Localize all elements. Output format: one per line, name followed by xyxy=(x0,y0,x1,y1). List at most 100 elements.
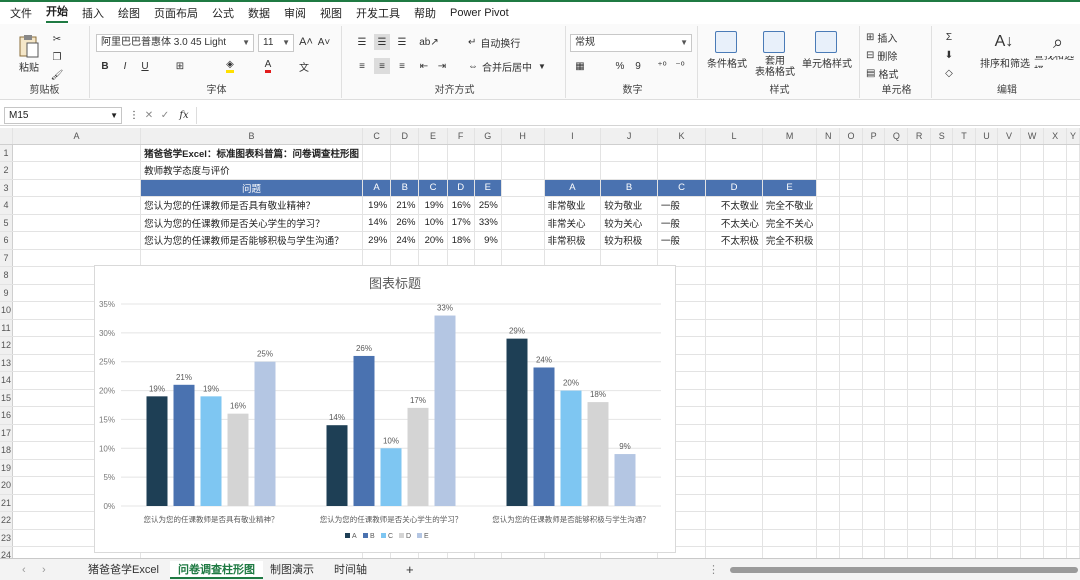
comma-icon[interactable]: 9 xyxy=(630,58,646,74)
phonetic-icon[interactable]: 文 xyxy=(296,58,312,74)
cell[interactable] xyxy=(418,144,448,162)
sheet-tab[interactable]: 问卷调查柱形图 xyxy=(170,561,263,579)
cell[interactable] xyxy=(816,249,841,267)
cell[interactable] xyxy=(930,389,954,407)
cell[interactable] xyxy=(997,179,1021,197)
scroll-right-icon[interactable]: › xyxy=(34,561,54,579)
cell[interactable] xyxy=(1066,441,1080,460)
select-all-corner[interactable] xyxy=(0,128,13,145)
cell[interactable] xyxy=(975,371,999,390)
cell[interactable]: 教师教学态度与评价 xyxy=(140,161,363,180)
cell[interactable] xyxy=(1043,301,1067,320)
cell[interactable] xyxy=(544,144,602,162)
conditional-format-icon[interactable] xyxy=(714,30,738,54)
cell[interactable] xyxy=(1020,459,1045,477)
cell[interactable] xyxy=(884,179,909,197)
cell[interactable] xyxy=(1020,511,1045,530)
cell-style-icon[interactable] xyxy=(814,30,838,54)
cell[interactable] xyxy=(907,441,931,460)
cell[interactable] xyxy=(1043,476,1067,495)
cell[interactable] xyxy=(362,161,392,180)
cell[interactable]: 14% xyxy=(362,214,392,232)
cell[interactable] xyxy=(1066,319,1080,337)
row-header[interactable]: 16 xyxy=(0,406,13,425)
cell[interactable] xyxy=(907,459,931,477)
cell[interactable] xyxy=(884,144,909,162)
cell[interactable] xyxy=(762,336,818,355)
column-header[interactable]: A xyxy=(12,128,142,145)
cell[interactable] xyxy=(907,144,931,162)
cell[interactable]: 您认为您的任课教师是否关心学生的学习？ xyxy=(140,214,363,232)
row-header[interactable]: 23 xyxy=(0,529,13,547)
cell[interactable]: 非常积极 xyxy=(544,231,602,250)
cell[interactable] xyxy=(930,511,954,530)
cell[interactable] xyxy=(930,319,954,337)
format-painter-icon[interactable]: 🖌 xyxy=(50,68,64,82)
cell[interactable] xyxy=(884,266,909,285)
cell[interactable] xyxy=(997,371,1021,390)
cell[interactable] xyxy=(1020,231,1045,250)
cell[interactable] xyxy=(140,249,363,267)
cell[interactable] xyxy=(997,284,1021,302)
cell[interactable] xyxy=(975,319,999,337)
column-header[interactable]: H xyxy=(501,128,545,145)
cell[interactable]: 完全不积极 xyxy=(762,231,818,250)
cell[interactable] xyxy=(997,529,1021,547)
row-header[interactable]: 3 xyxy=(0,179,13,197)
cell[interactable] xyxy=(1066,249,1080,267)
cell[interactable]: A xyxy=(544,179,602,197)
row-header[interactable]: 10 xyxy=(0,301,13,320)
cell[interactable] xyxy=(1043,406,1067,425)
cell[interactable] xyxy=(1043,179,1067,197)
cell[interactable] xyxy=(501,249,545,267)
cell[interactable] xyxy=(975,406,999,425)
merge-center-button[interactable]: ⇔ 合并后居中 ▼ xyxy=(468,58,558,74)
cell[interactable] xyxy=(975,249,999,267)
cell[interactable]: 25% xyxy=(474,196,502,215)
cell[interactable]: 24% xyxy=(390,231,420,250)
underline-button[interactable]: U xyxy=(138,58,152,74)
cell[interactable]: 9% xyxy=(474,231,502,250)
bold-button[interactable]: B xyxy=(98,58,112,74)
cell[interactable] xyxy=(657,161,707,180)
cell[interactable] xyxy=(600,161,658,180)
column-header[interactable]: U xyxy=(975,128,999,145)
cell[interactable] xyxy=(862,529,886,547)
cut-icon[interactable]: ✂ xyxy=(50,32,64,46)
shrink-font-icon[interactable]: A˅ xyxy=(316,34,332,50)
cell[interactable] xyxy=(705,266,763,285)
cell[interactable] xyxy=(1043,266,1067,285)
align-middle-icon[interactable]: ☰ xyxy=(374,34,390,50)
cell[interactable] xyxy=(1043,336,1067,355)
cell[interactable] xyxy=(952,389,976,407)
cell[interactable] xyxy=(762,441,818,460)
cell[interactable] xyxy=(1020,301,1045,320)
cell[interactable] xyxy=(762,406,818,425)
cell[interactable] xyxy=(997,144,1021,162)
cell[interactable] xyxy=(930,301,954,320)
column-header[interactable]: G xyxy=(474,128,502,145)
cell[interactable] xyxy=(839,441,863,460)
cell[interactable] xyxy=(762,284,818,302)
cell[interactable] xyxy=(975,511,999,530)
find-select-button[interactable]: 查找和选择 xyxy=(1034,56,1080,68)
cell[interactable]: 不太积极 xyxy=(705,231,763,250)
cell[interactable] xyxy=(390,144,420,162)
cell[interactable] xyxy=(862,319,886,337)
cell[interactable] xyxy=(762,319,818,337)
cell[interactable] xyxy=(907,266,931,285)
font-size-select[interactable]: 11 ▼ xyxy=(258,34,294,52)
cell[interactable] xyxy=(501,161,545,180)
cell[interactable] xyxy=(839,301,863,320)
cell[interactable] xyxy=(952,301,976,320)
cell[interactable] xyxy=(816,144,841,162)
sort-filter-button[interactable]: 排序和筛选 xyxy=(976,56,1034,70)
sheet-tab[interactable]: 猪爸爸学Excel xyxy=(80,561,167,579)
formula-input[interactable] xyxy=(196,107,1076,124)
cell[interactable] xyxy=(762,546,818,558)
cell[interactable] xyxy=(975,389,999,407)
cell[interactable] xyxy=(816,389,841,407)
cell[interactable] xyxy=(884,389,909,407)
cell[interactable]: 21% xyxy=(390,196,420,215)
cell[interactable] xyxy=(657,144,707,162)
